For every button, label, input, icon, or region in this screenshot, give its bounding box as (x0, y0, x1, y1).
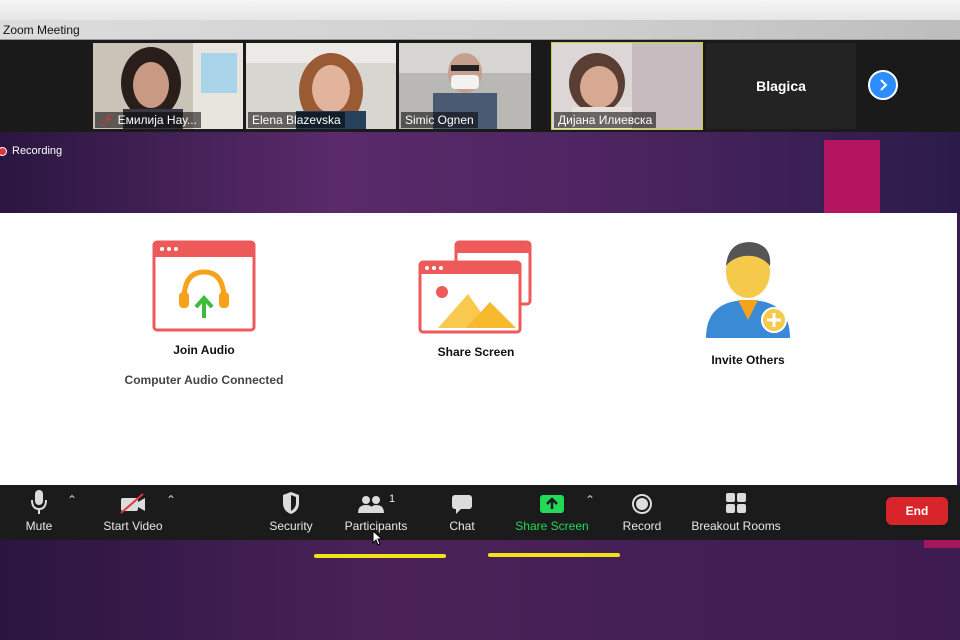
highlight-underline (314, 554, 446, 558)
share-dialog: Join Audio Computer Audio Connected Shar… (0, 213, 957, 485)
end-meeting-button[interactable]: End (886, 497, 948, 525)
meeting-toolbar: Mute ⌃ Start Video ⌃ Security 1 Particip… (0, 485, 960, 540)
next-page-button[interactable] (868, 70, 898, 100)
chevron-right-icon (880, 79, 888, 91)
share-screen-button[interactable]: Share Screen (512, 485, 592, 540)
mute-button[interactable]: Mute (14, 485, 64, 540)
join-audio-label: Join Audio (173, 343, 235, 357)
shield-icon (283, 492, 299, 514)
share-screen-option[interactable]: Share Screen (376, 240, 576, 359)
shared-content-block (824, 140, 880, 214)
security-button[interactable]: Security (264, 485, 318, 540)
share-screen-arrow-icon (540, 495, 564, 513)
breakout-rooms-grid-icon (726, 493, 746, 513)
participants-icon (357, 496, 384, 513)
mouse-cursor-icon (372, 530, 384, 546)
headphones-icon (152, 240, 256, 332)
window-title: Zoom Meeting (0, 20, 960, 40)
shared-content-block (924, 540, 960, 548)
record-icon (632, 494, 652, 514)
recording-indicator: Recording (0, 143, 62, 159)
invite-others-label: Invite Others (711, 353, 785, 367)
top-strip (0, 0, 960, 20)
start-video-button[interactable]: Start Video (98, 485, 168, 540)
audio-status: Computer Audio Connected (124, 373, 284, 387)
share-screen-label: Share Screen (437, 345, 515, 359)
join-audio-option[interactable]: Join Audio Computer Audio Connected (104, 240, 304, 387)
name-only-tile[interactable]: Blagica (706, 43, 856, 129)
video-tile[interactable]: Simic Ognen (399, 43, 531, 129)
participant-name: Elena Blazevska (248, 112, 345, 128)
chat-button[interactable]: Chat (444, 485, 480, 540)
participant-name: 🎤︎ Емилија Нау... (95, 112, 201, 128)
microphone-icon (31, 490, 47, 514)
share-options-chevron-up-icon[interactable]: ⌃ (585, 493, 595, 507)
invite-others-option[interactable]: Invite Others (648, 238, 848, 367)
video-options-chevron-up-icon[interactable]: ⌃ (166, 493, 176, 507)
video-off-icon (120, 493, 145, 514)
shared-content-background (0, 132, 960, 214)
chat-bubble-icon (452, 495, 472, 514)
recording-dot-icon (0, 146, 7, 156)
shared-content-background-bottom (0, 540, 960, 640)
invite-person-icon (706, 242, 790, 338)
participants-strip: 🎤︎ Емилија Нау... Elena Blazevska Simic … (0, 40, 960, 132)
video-tile[interactable]: 🎤︎ Емилија Нау... (93, 43, 243, 129)
participant-name: Simic Ognen (401, 112, 478, 128)
breakout-rooms-button[interactable]: Breakout Rooms (688, 485, 784, 540)
muted-mic-icon: 🎤︎ (99, 113, 115, 127)
participants-count: 1 (388, 493, 396, 505)
share-screen-image-icon (418, 240, 532, 334)
video-tile-active-speaker[interactable]: Дијана Илиевска (551, 42, 703, 130)
audio-options-chevron-up-icon[interactable]: ⌃ (67, 493, 77, 507)
video-tile[interactable]: Elena Blazevska (246, 43, 396, 129)
highlight-underline (488, 553, 620, 557)
participant-name: Дијана Илиевска (554, 112, 657, 128)
record-button[interactable]: Record (618, 485, 666, 540)
